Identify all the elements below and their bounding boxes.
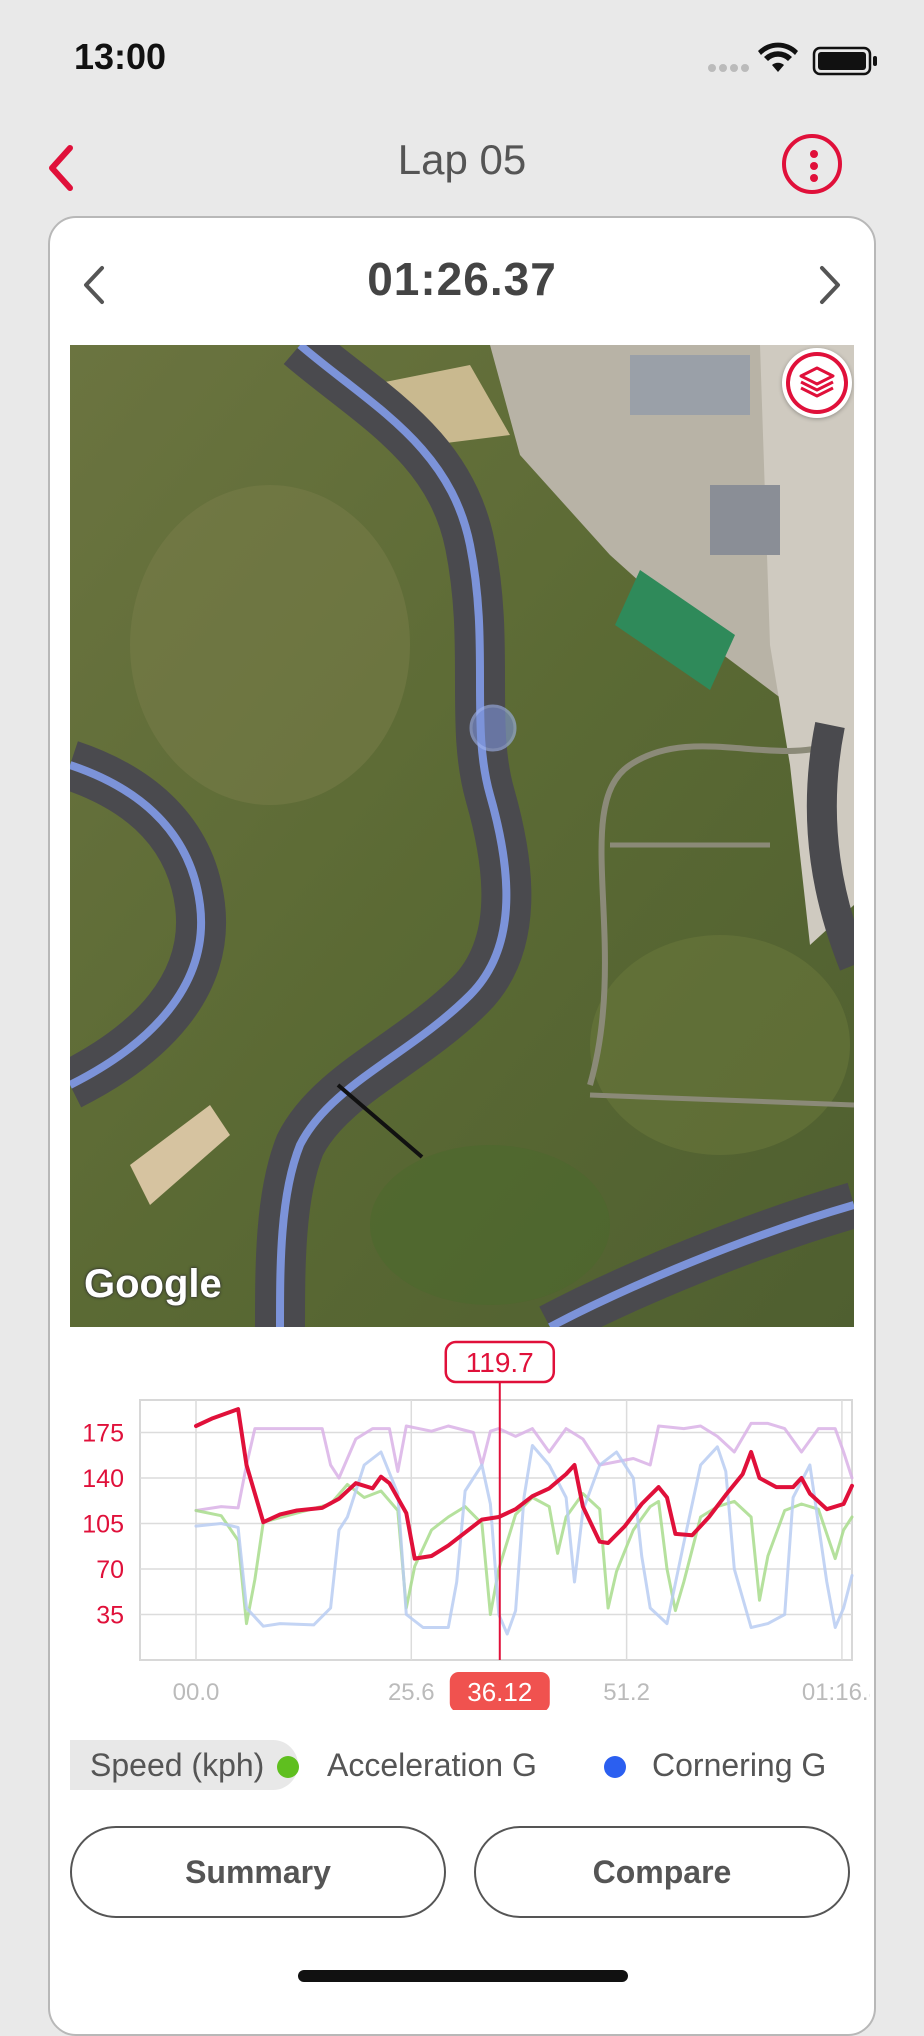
acceleration-dot-icon [277,1756,299,1778]
cornering-dot-icon [604,1756,626,1778]
signal-icon [708,64,749,72]
legend-speed[interactable]: Speed (kph) [70,1740,299,1790]
status-bar: 13:00 [0,0,924,110]
legend-cornering-label: Cornering G [652,1747,827,1783]
more-options-button[interactable] [782,134,842,194]
x-tick-label: 51.2 [603,1679,650,1706]
chevron-right-icon [820,266,840,304]
more-icon [810,150,818,158]
y-tick-label: 70 [96,1556,124,1584]
x-tick-label: 25.6 [388,1679,435,1706]
wifi-icon [758,42,798,72]
status-time: 13:00 [74,36,167,77]
nav-bar: Lap 05 [0,120,924,210]
google-logo: Google [84,1262,222,1306]
map-layers-button[interactable] [782,348,852,418]
track-map[interactable] [70,345,854,1327]
status-icons [706,42,882,76]
lap-time: 01:26.37 [367,253,557,305]
y-tick-label: 105 [82,1511,124,1539]
cursor-value-label: 119.7 [466,1347,534,1378]
battery-icon [812,46,877,76]
chart-legend[interactable]: Speed (kph) Acceleration G Cornering G [70,1740,854,1790]
x-tick-label: 01:16.8 [802,1679,870,1706]
compare-button[interactable]: Compare [474,1826,850,1918]
legend-acceleration-label: Acceleration G [327,1747,537,1783]
cursor-x-label: 36.12 [467,1677,532,1707]
layers-icon [786,352,848,414]
next-lap-button[interactable] [814,260,844,310]
y-tick-label: 175 [82,1420,124,1448]
home-indicator[interactable] [298,1970,628,1982]
y-tick-label: 35 [96,1602,124,1630]
summary-button[interactable]: Summary [70,1826,446,1918]
telemetry-chart[interactable]: 35 70 105 140 175 00.0 25.6 51.2 01:16.8 119.7 36.… [60,1330,882,1712]
x-tick-label: 00.0 [173,1679,220,1706]
y-tick-label: 140 [82,1465,124,1493]
